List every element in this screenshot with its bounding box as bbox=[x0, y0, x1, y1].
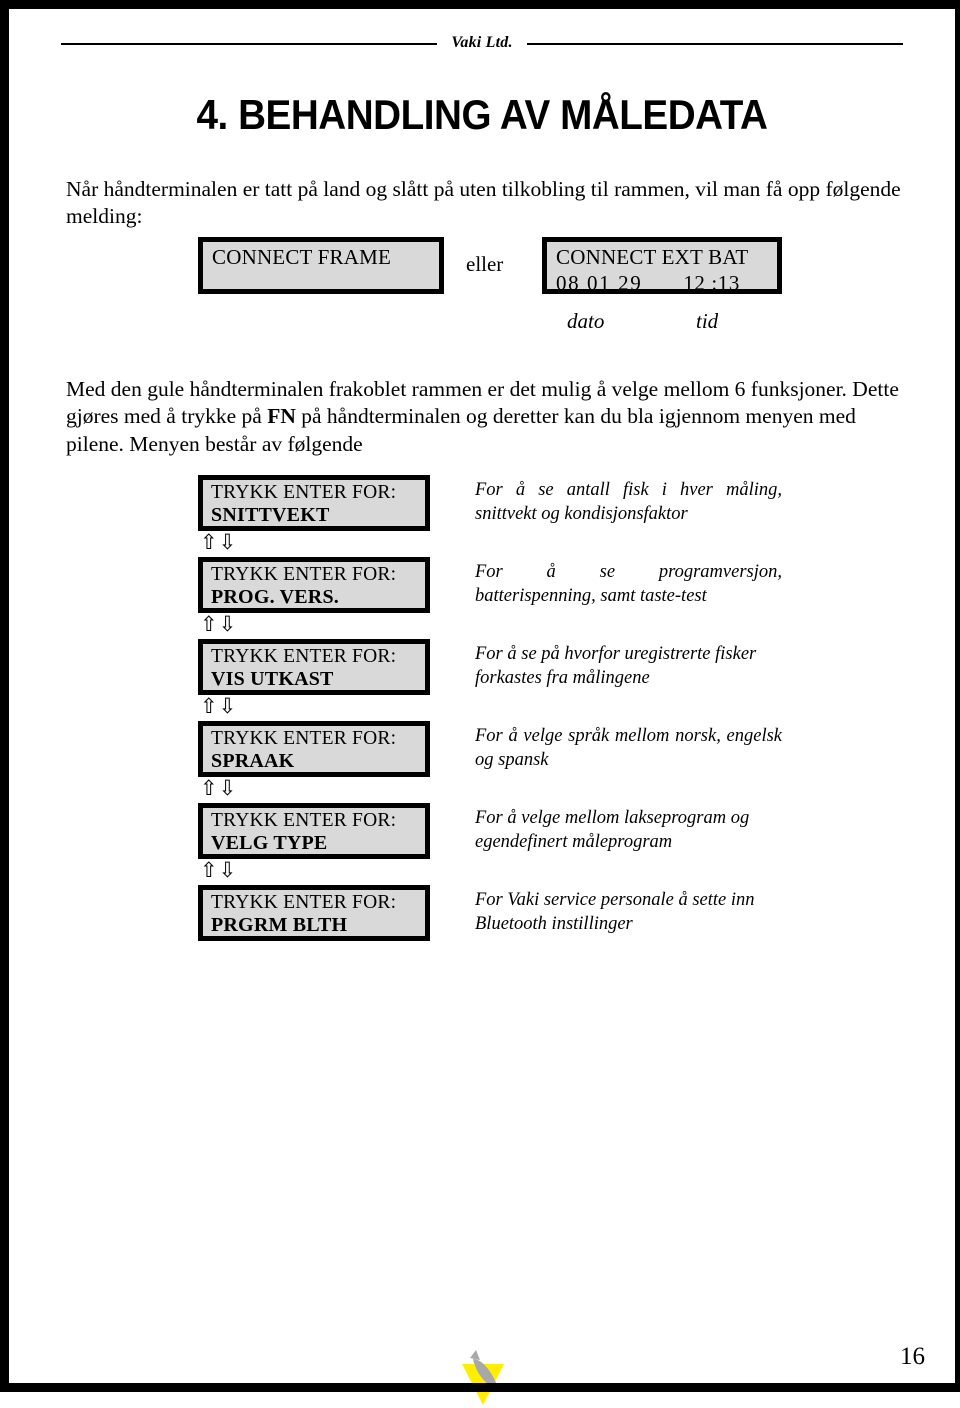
menu-row: TRYKK ENTER FOR: SPRAAK ⇧⇩ For å velge s… bbox=[198, 721, 798, 803]
menu-item-description: For Vaki service personale å sette inn B… bbox=[475, 890, 755, 934]
footer-bottom-bar bbox=[9, 1383, 955, 1392]
menu-item-description: For å se programversjon, batterispenning… bbox=[475, 562, 782, 606]
menu-item-velg-type[interactable]: TRYKK ENTER FOR: VELG TYPE bbox=[198, 803, 430, 859]
menu-item-prompt: TRYKK ENTER FOR: bbox=[211, 482, 397, 503]
menu-row: TRYKK ENTER FOR: PROG. VERS. ⇧⇩ For å se… bbox=[198, 557, 798, 639]
menu-item-description: For å se antall fisk i hver måling, snit… bbox=[475, 480, 782, 524]
menu-row: TRYKK ENTER FOR: SNITTVEKT ⇧⇩ For å se a… bbox=[198, 475, 798, 557]
updown-arrows-icon: ⇧⇩ bbox=[200, 694, 238, 718]
menu-item-label: VELG TYPE bbox=[211, 832, 328, 854]
menu-item-description: For å se på hvorfor uregistrerte fisker … bbox=[475, 644, 757, 688]
menu-row: TRYKK ENTER FOR: VELG TYPE ⇧⇩ For å velg… bbox=[198, 803, 798, 885]
updown-arrows-icon: ⇧⇩ bbox=[200, 530, 238, 554]
intro-paragraph: Når håndterminalen er tatt på land og sl… bbox=[66, 176, 901, 229]
menu-item-prompt: TRYKK ENTER FOR: bbox=[211, 646, 397, 667]
caption-time: tid bbox=[696, 309, 719, 333]
caption-date: dato bbox=[567, 309, 605, 333]
updown-arrows-icon: ⇧⇩ bbox=[200, 612, 238, 636]
menu-item-prgrm-blth[interactable]: TRYKK ENTER FOR: PRGRM BLTH bbox=[198, 885, 430, 941]
lcd-connect-bat-line2: 08 01 29 12 :13 bbox=[556, 271, 768, 297]
menu-item-prompt: TRYKK ENTER FOR: bbox=[211, 810, 397, 831]
logo-fish-tail bbox=[470, 1350, 480, 1360]
menu-item-description: For å velge språk mellom norsk, engelsk … bbox=[475, 726, 782, 770]
vaki-fish-logo-icon bbox=[462, 1350, 504, 1405]
header-rule-left bbox=[61, 43, 438, 45]
fn-key-label: FN bbox=[267, 404, 296, 429]
menu-item-description: For å velge mellom lakseprogram og egend… bbox=[475, 808, 750, 852]
separator-eller: eller bbox=[466, 252, 504, 276]
company-mark: Vaki Ltd. bbox=[451, 34, 513, 51]
menu-item-prog-vers[interactable]: TRYKK ENTER FOR: PROG. VERS. bbox=[198, 557, 430, 613]
menu-item-prompt: TRYKK ENTER FOR: bbox=[211, 892, 397, 913]
menu-item-vis-utkast[interactable]: TRYKK ENTER FOR: VIS UTKAST bbox=[198, 639, 430, 695]
lcd-connect-frame-line1: CONNECT FRAME bbox=[212, 245, 391, 269]
updown-arrows-icon: ⇧⇩ bbox=[200, 858, 238, 882]
menu-row: TRYKK ENTER FOR: VIS UTKAST ⇧⇩ For å se … bbox=[198, 639, 798, 721]
page-number: 16 bbox=[900, 1343, 925, 1370]
page-content-area: Vaki Ltd. 4. BEHANDLING AV MÅLEDATA Når … bbox=[9, 9, 955, 1405]
menu-item-label: PROG. VERS. bbox=[211, 586, 339, 608]
menu-list: TRYKK ENTER FOR: SNITTVEKT ⇧⇩ For å se a… bbox=[198, 475, 798, 967]
menu-item-snittvekt[interactable]: TRYKK ENTER FOR: SNITTVEKT bbox=[198, 475, 430, 531]
page-title: 4. BEHANDLING AV MÅLEDATA bbox=[196, 91, 768, 139]
header-rule-right bbox=[526, 43, 903, 45]
document-page: Vaki Ltd. 4. BEHANDLING AV MÅLEDATA Når … bbox=[0, 0, 960, 1405]
lcd-date-value: 08 01 29 bbox=[556, 270, 643, 295]
body-paragraph: Med den gule håndterminalen frakoblet ra… bbox=[66, 376, 899, 457]
menu-item-label: SNITTVEKT bbox=[211, 504, 330, 526]
menu-item-label: PRGRM BLTH bbox=[211, 914, 348, 936]
lcd-connect-bat-line1: CONNECT EXT BAT bbox=[556, 245, 749, 269]
lcd-time-value: 12 :13 bbox=[683, 270, 740, 295]
lcd-connect-frame: CONNECT FRAME bbox=[198, 237, 444, 294]
updown-arrows-icon: ⇧⇩ bbox=[200, 776, 238, 800]
menu-row: TRYKK ENTER FOR: PRGRM BLTH For Vaki ser… bbox=[198, 885, 798, 967]
menu-item-spraak[interactable]: TRYKK ENTER FOR: SPRAAK bbox=[198, 721, 430, 777]
menu-item-prompt: TRYKK ENTER FOR: bbox=[211, 728, 397, 749]
menu-item-label: VIS UTKAST bbox=[211, 668, 334, 690]
page-header: Vaki Ltd. bbox=[61, 34, 903, 53]
menu-item-prompt: TRYKK ENTER FOR: bbox=[211, 564, 397, 585]
lcd-connect-ext-bat: CONNECT EXT BAT 08 01 29 12 :13 bbox=[542, 237, 782, 297]
menu-item-label: SPRAAK bbox=[211, 750, 295, 772]
